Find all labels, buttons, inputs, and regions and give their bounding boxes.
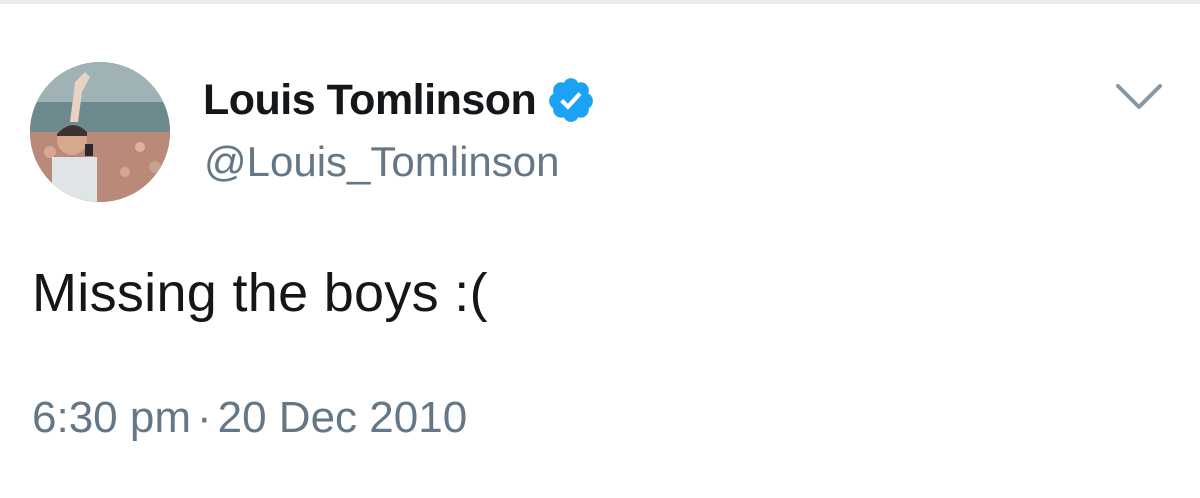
tweet-text: Missing the boys :( bbox=[32, 263, 488, 323]
chevron-down-icon[interactable] bbox=[1112, 78, 1166, 114]
avatar[interactable] bbox=[30, 62, 170, 202]
meta-separator: · bbox=[196, 393, 212, 442]
avatar-photo bbox=[30, 62, 170, 202]
tweet-timestamp[interactable]: 6:30 pm · 20 Dec 2010 bbox=[32, 393, 467, 443]
display-name[interactable]: Louis Tomlinson bbox=[203, 76, 537, 125]
tweet-date: 20 Dec 2010 bbox=[217, 393, 468, 442]
handle[interactable]: @Louis_Tomlinson bbox=[204, 138, 559, 186]
divider bbox=[0, 0, 1200, 4]
author-name-row[interactable]: Louis Tomlinson bbox=[203, 70, 596, 130]
verified-badge-icon bbox=[549, 78, 594, 122]
tweet-card: Louis Tomlinson @Louis_Tomlinson Missing… bbox=[0, 0, 1200, 498]
tweet-time: 6:30 pm bbox=[32, 393, 191, 442]
